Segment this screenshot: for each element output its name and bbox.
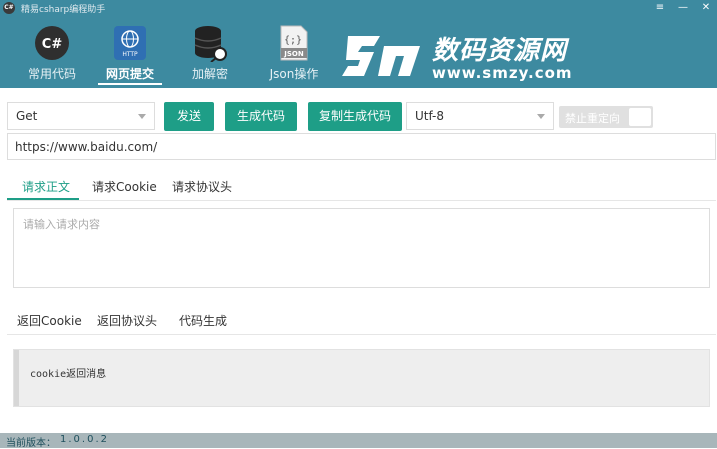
response-text: cookie返回消息 — [30, 369, 107, 380]
minimize-button[interactable]: — — [675, 0, 691, 16]
json-file-icon: {;} JSON — [280, 25, 308, 61]
url-input[interactable]: https://www.baidu.com/ — [7, 133, 716, 160]
request-body-placeholder: 请输入请求内容 — [23, 218, 100, 231]
disable-redirect-toggle[interactable]: 禁止重定向 — [559, 106, 653, 128]
database-key-icon — [194, 26, 227, 62]
chevron-down-icon — [138, 114, 146, 119]
encoding-select[interactable]: Utf-8 — [406, 102, 554, 130]
copy-generate-code-button[interactable]: 复制生成代码 — [308, 102, 402, 131]
nav-item-encrypt[interactable]: 加解密 — [178, 22, 242, 84]
send-button[interactable]: 发送 — [164, 102, 214, 131]
generate-code-button[interactable]: 生成代码 — [225, 102, 297, 131]
tab-request-headers[interactable]: 请求协议头 — [172, 178, 232, 195]
brand-name: 数码资源网 — [432, 36, 568, 66]
brand-watermark: 数码资源网 www.smzy.com — [340, 24, 600, 84]
window-title: 精易csharp编程助手 — [21, 5, 106, 15]
method-select[interactable]: Get — [7, 102, 155, 130]
http-globe-icon: HTTP — [114, 26, 146, 60]
method-select-value: Get — [16, 109, 38, 123]
svg-text:{;}: {;} — [284, 35, 302, 46]
svg-text:C#: C# — [42, 37, 63, 52]
nav-label: 加解密 — [191, 67, 228, 81]
tab-response-headers[interactable]: 返回协议头 — [97, 312, 157, 329]
nav-item-common-code[interactable]: C# 常用代码 — [20, 22, 84, 84]
brand-url: www.smzy.com — [432, 64, 573, 82]
chevron-down-icon — [537, 114, 545, 119]
csharp-icon: C# — [35, 26, 69, 60]
status-bar: 当前版本： 1.0.0.2 — [0, 433, 717, 449]
menu-icon[interactable]: ≡ — [652, 0, 668, 16]
nav-item-web-submit[interactable]: HTTP 网页提交 — [98, 22, 162, 85]
active-nav-indicator — [98, 83, 162, 85]
version-value: 1.0.0.2 — [60, 434, 109, 445]
app-icon: C# — [3, 2, 15, 14]
svg-text:JSON: JSON — [283, 50, 304, 58]
header-bar: C# 精易csharp编程助手 ≡ — ✕ C# 常用代码 HTTP 网页提交 — [0, 0, 717, 88]
encoding-select-value: Utf-8 — [415, 109, 445, 123]
nav-label: 网页提交 — [105, 67, 154, 81]
brand-logo-icon — [342, 36, 420, 76]
nav-label: Json操作 — [269, 67, 319, 81]
tab-request-cookie[interactable]: 请求Cookie — [92, 178, 157, 195]
title-bar: C# 精易csharp编程助手 ≡ — ✕ — [0, 0, 717, 16]
toggle-knob — [629, 108, 651, 126]
request-body-input[interactable]: 请输入请求内容 — [13, 208, 710, 288]
url-input-value: https://www.baidu.com/ — [15, 140, 158, 154]
nav-item-json[interactable]: {;} JSON Json操作 — [262, 22, 326, 84]
toggle-label: 禁止重定向 — [565, 112, 620, 125]
tabs-divider — [7, 334, 716, 335]
nav-label: 常用代码 — [27, 67, 76, 81]
tab-request-body[interactable]: 请求正文 — [22, 178, 70, 195]
tabs-divider — [7, 200, 716, 201]
version-label: 当前版本： — [6, 438, 56, 449]
tab-code-generate[interactable]: 代码生成 — [179, 312, 227, 329]
tab-response-cookie[interactable]: 返回Cookie — [17, 312, 82, 329]
response-output[interactable]: cookie返回消息 — [13, 349, 710, 407]
quote-bar — [14, 350, 19, 406]
svg-text:HTTP: HTTP — [122, 51, 138, 58]
close-button[interactable]: ✕ — [698, 0, 714, 16]
